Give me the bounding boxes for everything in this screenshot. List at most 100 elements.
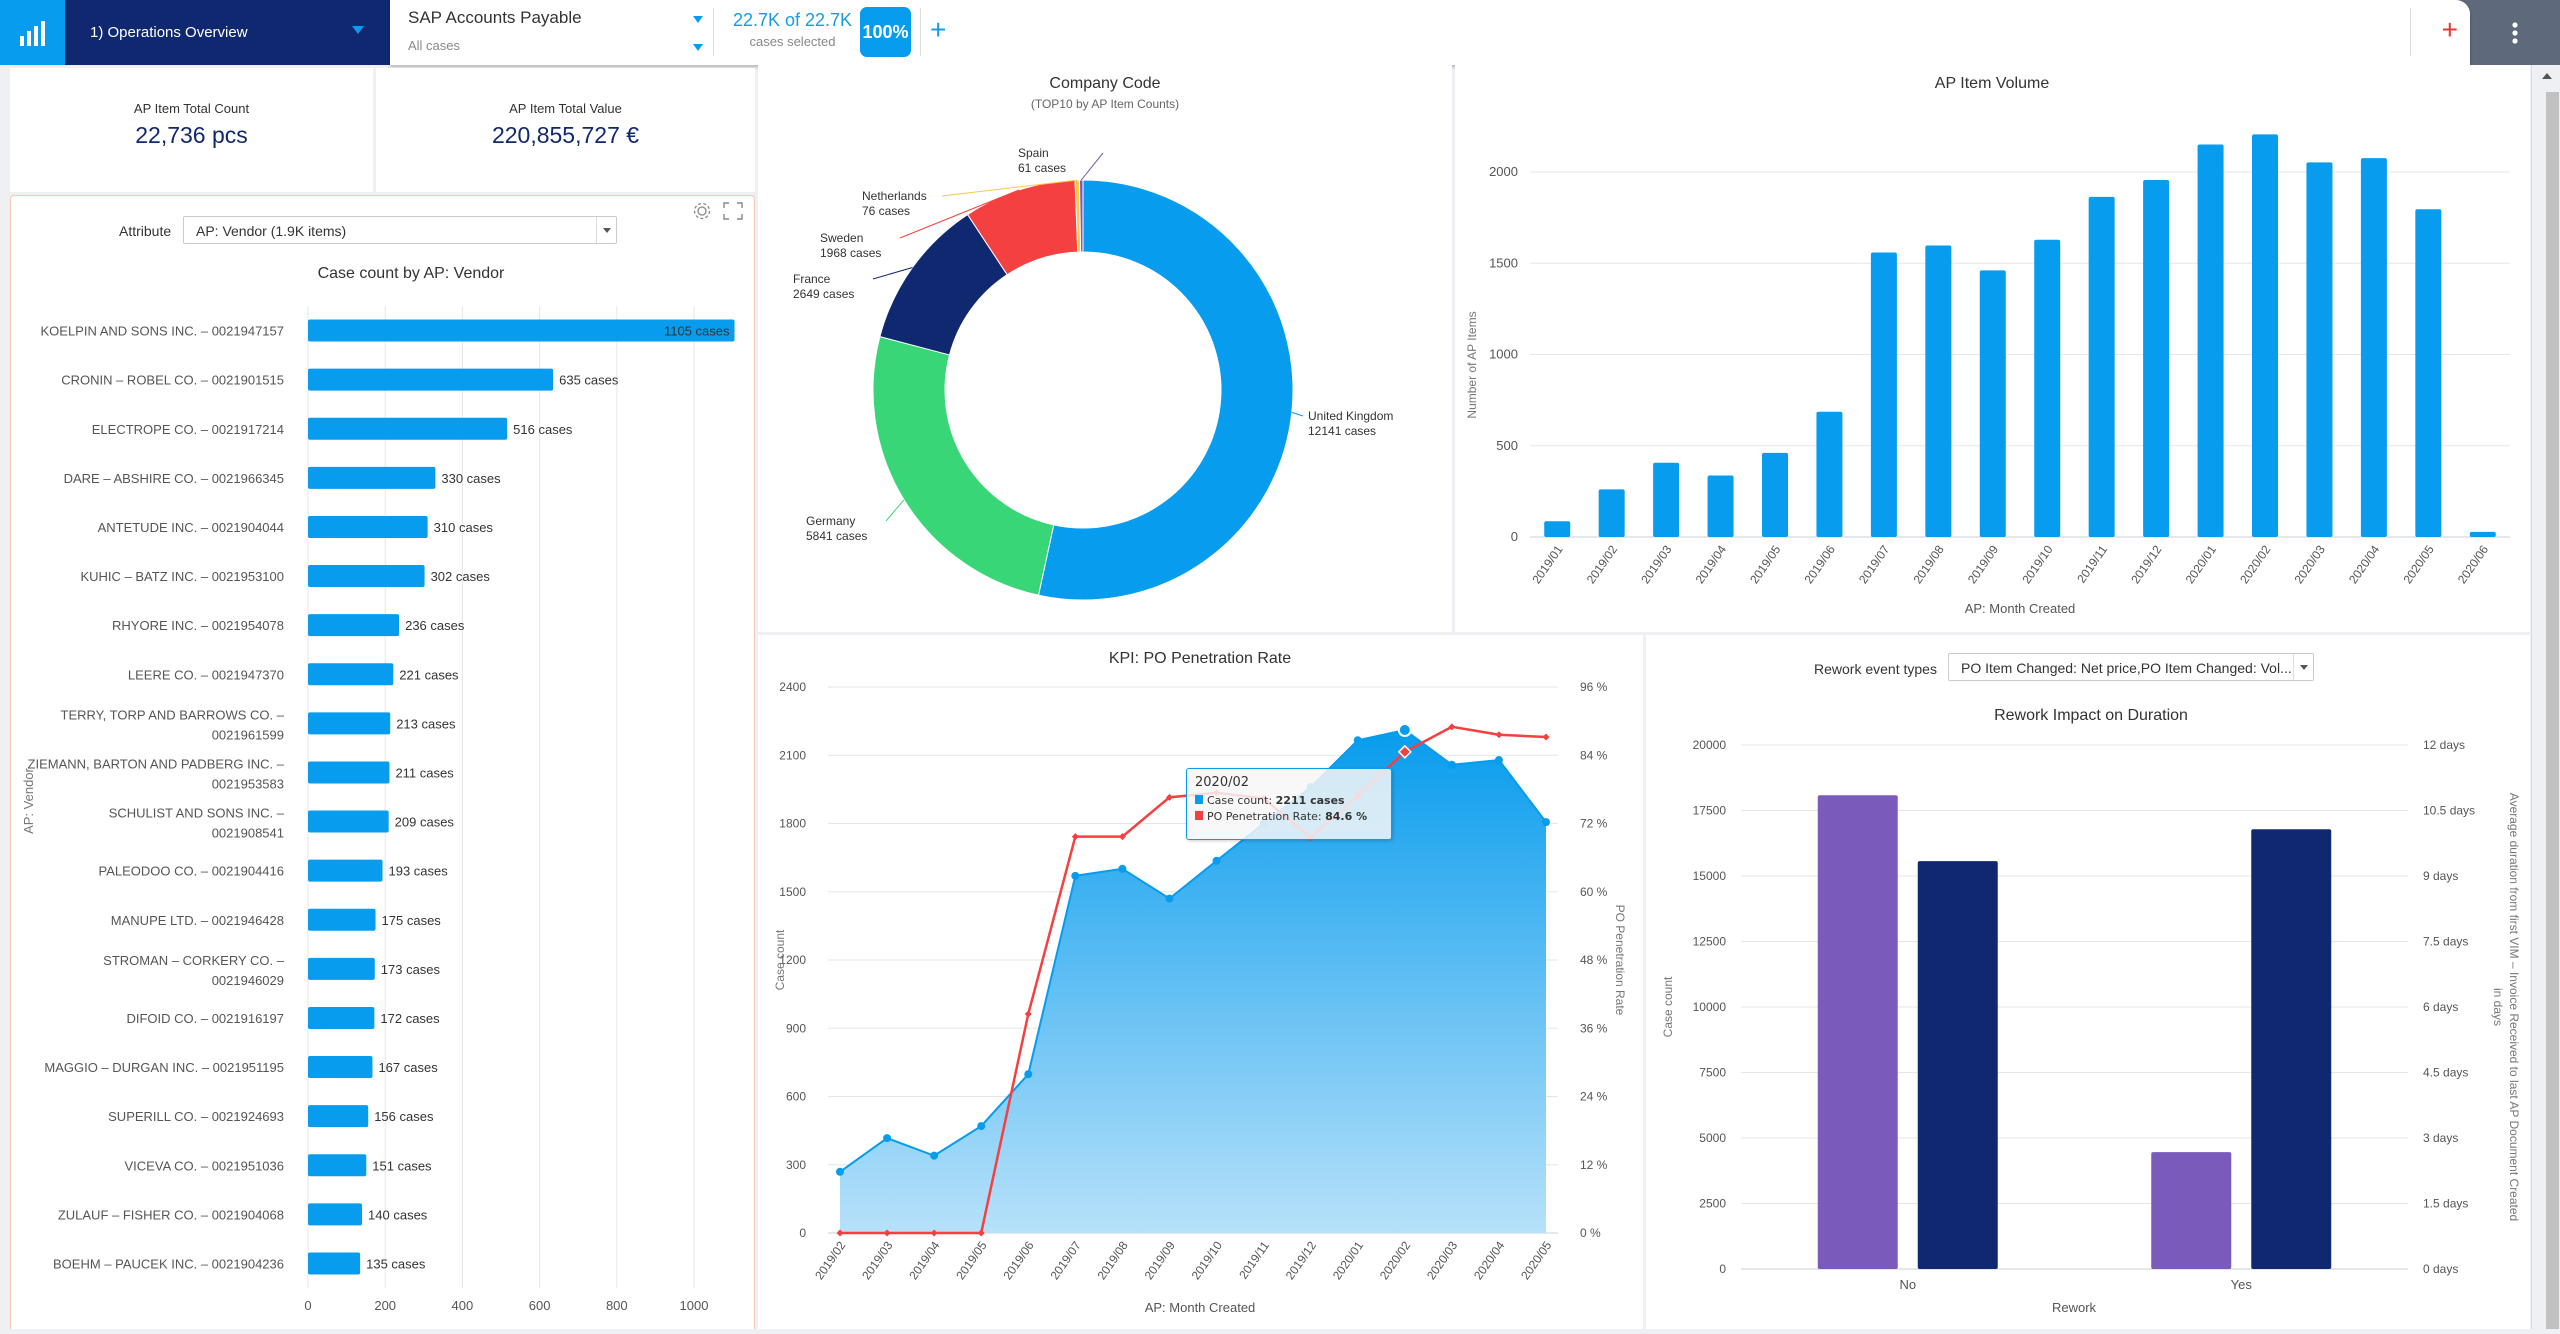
po-rate-point [1542,733,1550,741]
x-tick-label: 2019/12 [1283,1238,1320,1282]
pie-value-label: 1968 cases [820,246,881,260]
x-axis-title: AP: Month Created [1145,1300,1256,1315]
y2-axis-title: in days [2491,988,2505,1026]
y-tick-label: 17500 [1693,804,1727,818]
bar [1917,861,1998,1269]
bar [1817,795,1898,1269]
scrollbar-thumb[interactable] [2546,92,2559,1329]
x-tick-label: 400 [452,1298,474,1313]
more-menu-button[interactable] [2470,0,2560,65]
case-count-point [1397,722,1412,737]
bar [308,1056,373,1079]
data-label: 310 cases [434,520,494,535]
kpi-value: 220,855,727 € [491,122,640,148]
page-scrollbar[interactable] [2531,65,2560,1329]
tooltip-row: PO Penetration Rate: 84.6 % [1195,810,1383,823]
bar [2360,158,2387,537]
y2-tick-label: 10.5 days [2423,804,2475,818]
x-tick-label: No [1899,1277,1916,1292]
expand-icon[interactable] [723,202,743,220]
x-tick-label: 2019/09 [1965,542,2002,586]
chevron-down-icon[interactable] [693,16,703,23]
source-selector[interactable]: SAP Accounts Payable All cases [408,6,703,60]
add-sheet-button[interactable]: + [2442,14,2458,46]
bar [308,908,376,931]
bar [308,761,390,784]
x-tick-label: 2020/02 [1377,1238,1414,1282]
y-tick-label: 1800 [779,817,806,831]
attribute-dropdown[interactable]: AP: Vendor (1.9K items) [183,216,617,244]
y2-tick-label: 12 days [2423,738,2465,752]
bar [308,810,389,833]
y-tick-label: 2500 [1699,1197,1726,1211]
x-tick-label: 2019/03 [1638,542,1675,586]
bar [1979,270,2006,537]
chevron-down-icon [352,26,364,34]
y-tick-label: 7500 [1699,1066,1726,1080]
data-label: 140 cases [368,1207,428,1222]
scroll-up-arrow-icon[interactable] [2542,73,2552,79]
app-logo[interactable] [0,0,65,65]
bar [2415,209,2442,538]
x-tick-label: 2019/08 [1095,1238,1132,1282]
x-tick-label: 200 [374,1298,396,1313]
divider [2410,8,2411,56]
y-tick-label: 0021908541 [212,826,284,841]
bar [308,1006,375,1029]
gear-icon[interactable] [691,200,713,222]
bar [2151,1152,2232,1269]
x-tick-label: 2019/11 [1236,1238,1272,1281]
data-label: 135 cases [366,1256,426,1271]
x-tick-label: 2019/06 [1000,1238,1037,1282]
y2-tick-label: 24 % [1580,1090,1608,1104]
x-tick-label: Yes [2231,1277,2253,1292]
x-tick-label: 2019/08 [1910,542,1947,586]
y2-tick-label: 4.5 days [2423,1066,2468,1080]
bar [308,368,554,391]
chevron-down-icon [596,217,616,243]
kebab-menu-icon [2512,21,2518,44]
y-tick-label: TERRY, TORP AND BARROWS CO. – [61,707,285,722]
attribute-value: AP: Vendor (1.9K items) [196,223,347,239]
bar [2469,531,2496,537]
y-tick-label: LEERE CO. – 0021947370 [128,667,284,682]
bar [308,859,383,882]
data-label: 1105 cases [664,324,730,339]
y2-tick-label: 84 % [1580,748,1608,762]
bar [2143,180,2170,537]
data-label: 172 cases [380,1011,440,1026]
y-tick-label: 5000 [1699,1131,1726,1145]
x-tick-label: 2019/11 [2074,542,2110,585]
y-tick-label: STROMAN – CORKERY CO. – [103,953,285,968]
data-label: 193 cases [388,864,448,879]
bar [308,1154,367,1177]
y-tick-label: PALEODOO CO. – 0021904416 [99,864,284,879]
y2-tick-label: 7.5 days [2423,935,2468,949]
vendor-panel: Attribute AP: Vendor (1.9K items) Case c… [10,195,755,1329]
dashboard-selector[interactable]: 1) Operations Overview [65,0,390,65]
selection-percent-badge[interactable]: 100% [860,7,911,57]
y-tick-label: 12500 [1693,935,1727,949]
add-filter-button[interactable]: + [930,14,946,46]
bar [2034,239,2061,537]
bar [1816,411,1843,537]
data-label: 221 cases [399,667,459,682]
y-tick-label: ANTETUDE INC. – 0021904044 [98,520,284,535]
x-tick-label: 2020/03 [2292,542,2329,586]
y2-tick-label: 12 % [1580,1158,1608,1172]
x-tick-label: 2019/05 [953,1238,990,1282]
y-tick-label: CRONIN – ROBEL CO. – 0021901515 [61,373,284,388]
chevron-down-icon[interactable] [693,44,703,51]
pie-value-label: 5841 cases [806,529,867,543]
x-tick-label: 2019/01 [1529,542,1566,586]
y2-tick-label: 96 % [1580,680,1608,694]
data-label: 302 cases [431,569,491,584]
x-tick-label: 2020/05 [2400,542,2437,586]
x-tick-label: 2020/06 [2455,542,2492,586]
selection-count: 22.7K of 22.7K [732,10,853,30]
y2-tick-label: 0 % [1580,1226,1601,1240]
chart-subtitle: (TOP10 by AP Item Counts) [1031,97,1179,111]
y-tick-label: 2100 [779,748,806,762]
y-tick-label: 0021961599 [212,727,284,742]
x-tick-label: 1000 [680,1298,709,1313]
